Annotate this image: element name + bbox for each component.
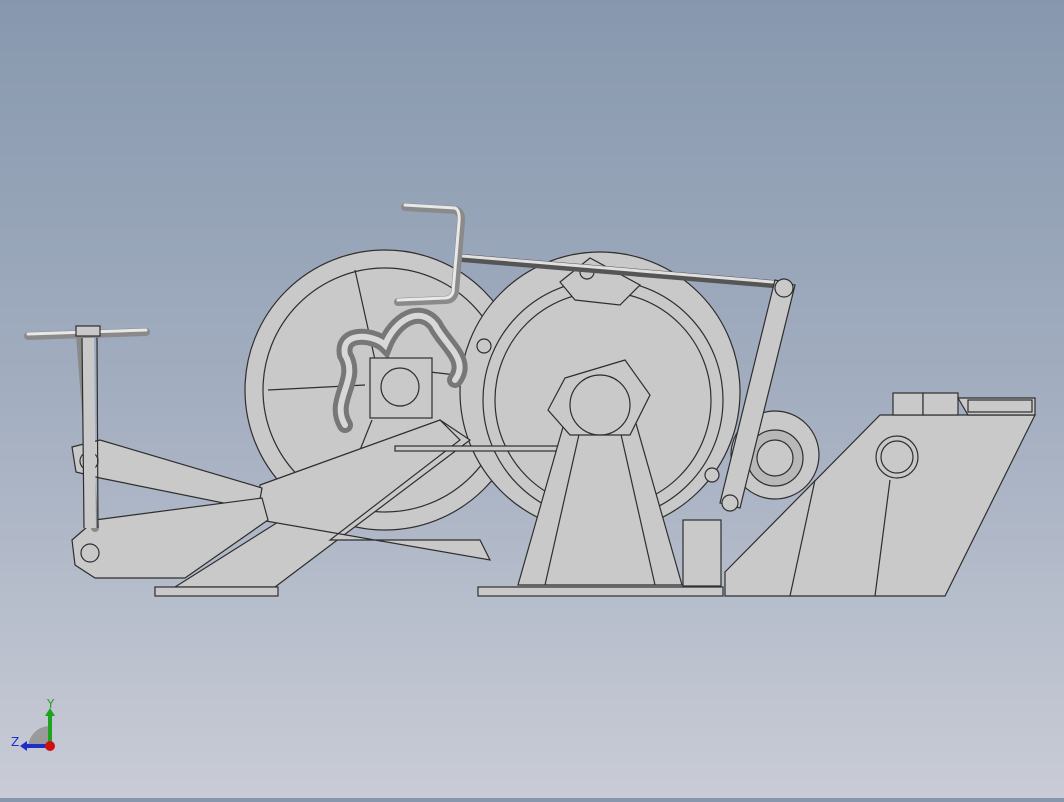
cad-viewport[interactable]: Y Z: [0, 0, 1064, 798]
z-axis-label: Z: [11, 735, 20, 749]
left-bearing-block: [369, 357, 433, 419]
coordinate-triad: Y Z: [10, 697, 70, 756]
left-handwheel: [24, 325, 150, 532]
base-plates: [154, 586, 724, 597]
winch-model: [24, 203, 1036, 597]
x-axis-dot: [45, 741, 55, 751]
y-axis-label: Y: [47, 697, 55, 711]
